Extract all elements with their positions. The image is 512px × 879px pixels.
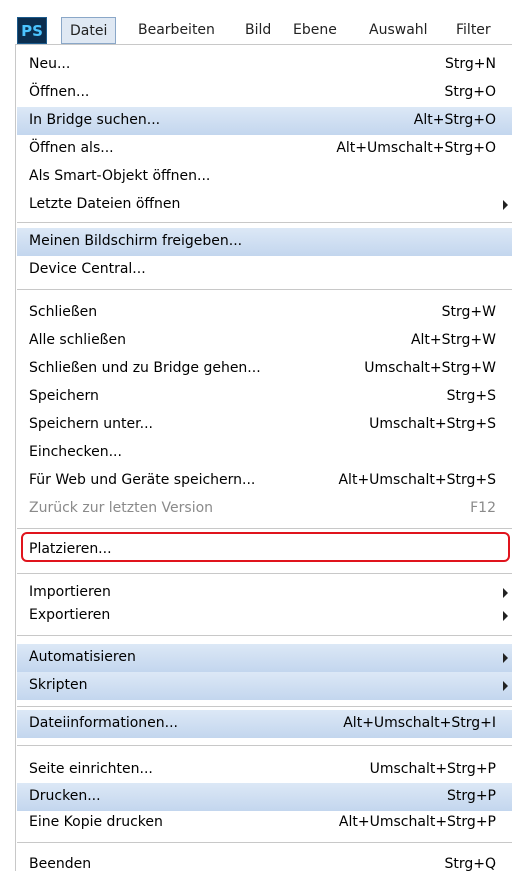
menu-item-schliessen[interactable]: Schließen Strg+W (17, 299, 512, 327)
menu-item-label: Beenden (29, 856, 92, 872)
submenu-arrow-icon (503, 681, 508, 691)
menu-ebene[interactable]: Ebene (293, 17, 337, 44)
menu-item-label: Letzte Dateien öffnen (29, 196, 181, 212)
photoshop-app-icon: PS (17, 17, 47, 44)
menu-item-shortcut: Strg+O (444, 84, 496, 100)
menu-item-label: In Bridge suchen... (29, 112, 161, 128)
submenu-arrow-icon (503, 611, 508, 621)
menu-item-drucken[interactable]: Drucken... Strg+P (17, 783, 512, 811)
menu-item-dateiinformationen[interactable]: Dateiinformationen... Alt+Umschalt+Strg+… (17, 710, 512, 738)
menu-item-bildschirm-freigeben[interactable]: Meinen Bildschirm freigeben... (17, 228, 512, 256)
menu-item-in-bridge-suchen[interactable]: In Bridge suchen... Alt+Strg+O (17, 107, 512, 135)
menu-item-shortcut: Umschalt+Strg+P (369, 761, 496, 777)
menu-item-kopie-drucken[interactable]: Eine Kopie drucken Alt+Umschalt+Strg+P (17, 809, 512, 837)
menu-item-label: Seite einrichten... (29, 761, 153, 777)
menu-item-label: Alle schließen (29, 332, 126, 348)
menu-item-oeffnen[interactable]: Öffnen... Strg+O (17, 79, 512, 107)
menu-item-label: Device Central... (29, 261, 146, 277)
menu-item-label: Schließen (29, 304, 98, 320)
menu-item-label: Einchecken... (29, 444, 122, 460)
menu-item-shortcut: Alt+Umschalt+Strg+P (338, 814, 496, 830)
menu-item-label: Als Smart-Objekt öffnen... (29, 168, 211, 184)
menu-separator (17, 528, 512, 529)
menu-item-shortcut: Alt+Strg+W (410, 332, 496, 348)
menu-item-shortcut: Strg+N (445, 56, 496, 72)
menu-item-label: Neu... (29, 56, 71, 72)
menu-item-exportieren[interactable]: Exportieren (17, 602, 512, 630)
menu-item-label: Drucken... (29, 788, 101, 804)
menu-item-web-speichern[interactable]: Für Web und Geräte speichern... Alt+Umsc… (17, 467, 512, 495)
submenu-arrow-icon (503, 588, 508, 598)
menu-separator (17, 842, 512, 843)
menu-item-label: Importieren (29, 584, 111, 600)
menu-item-label: Dateiinformationen... (29, 715, 178, 731)
menu-item-label: Speichern unter... (29, 416, 153, 432)
menu-item-shortcut: Strg+P (447, 788, 496, 804)
menu-item-label: Meinen Bildschirm freigeben... (29, 233, 243, 249)
menu-separator (17, 635, 512, 636)
menu-datei[interactable]: Datei (61, 17, 117, 44)
menu-item-zurueck-letzte-version: Zurück zur letzten Version F12 (17, 495, 512, 523)
menu-filter[interactable]: Filter (456, 17, 491, 44)
menu-item-shortcut: Alt+Umschalt+Strg+O (336, 140, 496, 156)
menu-item-shortcut: Umschalt+Strg+W (364, 360, 496, 376)
menu-separator (17, 573, 512, 574)
menu-item-alle-schliessen[interactable]: Alle schließen Alt+Strg+W (17, 327, 512, 355)
menu-item-automatisieren[interactable]: Automatisieren (17, 644, 512, 672)
callout-highlight-box (21, 532, 510, 562)
menu-item-neu[interactable]: Neu... Strg+N (17, 51, 512, 79)
menu-item-label: Exportieren (29, 607, 111, 623)
menu-item-label: Schließen und zu Bridge gehen... (29, 360, 261, 376)
menu-item-shortcut: Alt+Strg+O (413, 112, 496, 128)
datei-dropdown-menu: Neu... Strg+N Öffnen... Strg+O In Bridge… (15, 44, 512, 872)
submenu-arrow-icon (503, 653, 508, 663)
menu-item-beenden[interactable]: Beenden Strg+Q (17, 851, 512, 879)
menu-item-shortcut: Alt+Umschalt+Strg+I (343, 715, 496, 731)
menu-item-label: Für Web und Geräte speichern... (29, 472, 256, 488)
menu-bearbeiten[interactable]: Bearbeiten (138, 17, 215, 44)
menu-item-speichern[interactable]: Speichern Strg+S (17, 383, 512, 411)
menu-separator (17, 222, 512, 223)
menu-auswahl[interactable]: Auswahl (369, 17, 428, 44)
menu-item-seite-einrichten[interactable]: Seite einrichten... Umschalt+Strg+P (17, 756, 512, 784)
menu-item-shortcut: Strg+W (441, 304, 496, 320)
menu-item-schliessen-bridge[interactable]: Schließen und zu Bridge gehen... Umschal… (17, 355, 512, 383)
menu-item-speichern-unter[interactable]: Speichern unter... Umschalt+Strg+S (17, 411, 512, 439)
menu-bild[interactable]: Bild (245, 17, 271, 44)
menu-separator (17, 706, 512, 707)
menu-separator (17, 289, 512, 290)
menu-item-shortcut: Strg+Q (444, 856, 496, 872)
menu-separator (17, 745, 512, 746)
menu-item-shortcut: Umschalt+Strg+S (369, 416, 496, 432)
menu-item-shortcut: F12 (470, 500, 496, 516)
menu-item-einchecken[interactable]: Einchecken... (17, 439, 512, 467)
menu-item-shortcut: Strg+S (446, 388, 496, 404)
submenu-arrow-icon (503, 200, 508, 210)
menu-item-label: Öffnen als... (29, 140, 114, 156)
menu-item-shortcut: Alt+Umschalt+Strg+S (338, 472, 496, 488)
menu-item-label: Öffnen... (29, 84, 90, 100)
menu-item-oeffnen-als[interactable]: Öffnen als... Alt+Umschalt+Strg+O (17, 135, 512, 163)
menu-item-label: Eine Kopie drucken (29, 814, 163, 830)
menu-item-label: Skripten (29, 677, 88, 693)
menu-item-label: Speichern (29, 388, 99, 404)
menu-item-device-central[interactable]: Device Central... (17, 256, 512, 284)
menu-item-label: Zurück zur letzten Version (29, 500, 214, 516)
menu-item-label: Automatisieren (29, 649, 136, 665)
menu-item-letzte-dateien[interactable]: Letzte Dateien öffnen (17, 191, 512, 219)
menu-bar: PS Datei Bearbeiten Bild Ebene Auswahl F… (0, 0, 512, 44)
menu-item-skripten[interactable]: Skripten (17, 672, 512, 700)
menu-item-smart-objekt-oeffnen[interactable]: Als Smart-Objekt öffnen... (17, 163, 512, 191)
